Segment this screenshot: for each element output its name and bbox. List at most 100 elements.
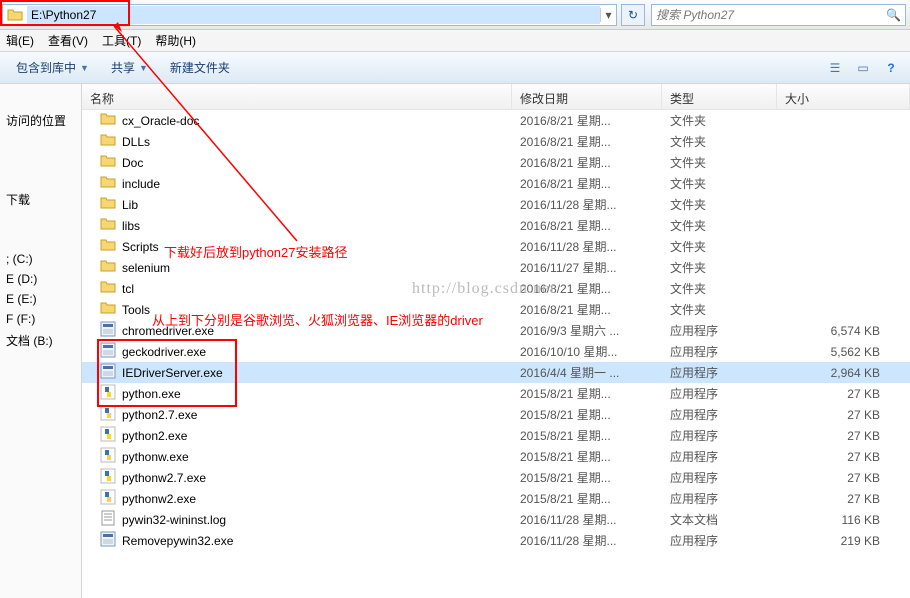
exe-icon <box>100 321 116 340</box>
file-date: 2016/11/28 星期... <box>512 194 662 215</box>
file-date: 2016/11/28 星期... <box>512 509 662 530</box>
sidebar-item[interactable]: 下载 <box>4 189 77 210</box>
file-row[interactable]: pywin32-wininst.log2016/11/28 星期...文本文档1… <box>82 509 910 530</box>
column-name[interactable]: 名称 <box>82 84 512 109</box>
file-name: Lib <box>122 198 138 212</box>
file-type: 文件夹 <box>662 236 777 257</box>
file-type: 文件夹 <box>662 173 777 194</box>
py-icon <box>100 447 116 466</box>
file-row[interactable]: IEDriverServer.exe2016/4/4 星期一 ...应用程序2,… <box>82 362 910 383</box>
file-date: 2016/8/21 星期... <box>512 131 662 152</box>
column-headers: 名称 修改日期 类型 大小 <box>82 84 910 110</box>
folder-icon <box>100 195 116 214</box>
file-name: python2.exe <box>122 429 187 443</box>
file-row[interactable]: geckodriver.exe2016/10/10 星期...应用程序5,562… <box>82 341 910 362</box>
file-row[interactable]: libs2016/8/21 星期...文件夹 <box>82 215 910 236</box>
file-name: libs <box>122 219 140 233</box>
search-input[interactable]: 搜索 Python27 🔍 <box>651 4 906 26</box>
toolbar-new-folder[interactable]: 新建文件夹 <box>162 55 238 80</box>
file-row[interactable]: Removepywin32.exe2016/11/28 星期...应用程序219… <box>82 530 910 551</box>
file-row[interactable]: python2.exe2015/8/21 星期...应用程序27 KB <box>82 425 910 446</box>
file-row[interactable]: python2.7.exe2015/8/21 星期...应用程序27 KB <box>82 404 910 425</box>
folder-icon <box>100 174 116 193</box>
file-date: 2015/8/21 星期... <box>512 383 662 404</box>
content-area: 访问的位置下载 ; (C:) E (D:) E (E:) F (F:) 文档 (B:) 名… <box>0 84 910 598</box>
file-list-pane: 名称 修改日期 类型 大小 cx_Oracle-doc2016/8/21 星期.… <box>82 84 910 598</box>
menu-view[interactable]: 查看(V) <box>48 32 88 49</box>
sidebar-item[interactable]: F (F:) <box>4 310 77 328</box>
menu-edit[interactable]: 辑(E) <box>6 32 34 49</box>
file-date: 2016/10/10 星期... <box>512 341 662 362</box>
folder-icon <box>100 237 116 256</box>
file-type: 应用程序 <box>662 446 777 467</box>
file-size: 27 KB <box>777 490 910 508</box>
file-row[interactable]: python.exe2015/8/21 星期...应用程序27 KB <box>82 383 910 404</box>
file-name: IEDriverServer.exe <box>122 366 223 380</box>
file-row[interactable]: Scripts2016/11/28 星期...文件夹 <box>82 236 910 257</box>
column-size[interactable]: 大小 <box>777 84 910 109</box>
file-row[interactable]: cx_Oracle-doc2016/8/21 星期...文件夹 <box>82 110 910 131</box>
file-type: 应用程序 <box>662 404 777 425</box>
file-type: 应用程序 <box>662 362 777 383</box>
file-name: Removepywin32.exe <box>122 534 233 548</box>
sidebar-item[interactable]: 访问的位置 <box>4 110 77 131</box>
file-row[interactable]: DLLs2016/8/21 星期...文件夹 <box>82 131 910 152</box>
toolbar: 包含到库中▼ 共享▼ 新建文件夹 ☰ ▭ ? <box>0 52 910 84</box>
sidebar-item[interactable]: E (D:) <box>4 270 77 288</box>
file-size <box>777 119 910 123</box>
txt-icon <box>100 510 116 529</box>
toolbar-include-library[interactable]: 包含到库中▼ <box>8 55 97 80</box>
py-icon <box>100 468 116 487</box>
file-type: 应用程序 <box>662 530 777 551</box>
column-type[interactable]: 类型 <box>662 84 777 109</box>
path-text[interactable]: E:\Python27 <box>27 6 600 24</box>
file-row[interactable]: pythonw2.exe2015/8/21 星期...应用程序27 KB <box>82 488 910 509</box>
py-icon <box>100 405 116 424</box>
file-row[interactable]: Doc2016/8/21 星期...文件夹 <box>82 152 910 173</box>
path-input[interactable]: E:\Python27 ▾ <box>2 4 617 26</box>
address-bar: E:\Python27 ▾ ↻ 搜索 Python27 🔍 <box>0 0 910 30</box>
file-size: 219 KB <box>777 532 910 550</box>
file-name: Tools <box>122 303 150 317</box>
help-button[interactable]: ? <box>880 57 902 79</box>
column-date[interactable]: 修改日期 <box>512 84 662 109</box>
file-row[interactable]: Lib2016/11/28 星期...文件夹 <box>82 194 910 215</box>
preview-pane-button[interactable]: ▭ <box>852 57 874 79</box>
refresh-button[interactable]: ↻ <box>621 4 645 26</box>
navigation-sidebar: 访问的位置下载 ; (C:) E (D:) E (E:) F (F:) 文档 (B:) <box>0 84 82 598</box>
file-size <box>777 308 910 312</box>
file-row[interactable]: pythonw2.7.exe2015/8/21 星期...应用程序27 KB <box>82 467 910 488</box>
file-date: 2015/8/21 星期... <box>512 404 662 425</box>
file-name: python2.7.exe <box>122 408 197 422</box>
file-size <box>777 245 910 249</box>
sidebar-item[interactable]: 文档 (B:) <box>4 330 77 351</box>
file-size: 6,574 KB <box>777 322 910 340</box>
sidebar-item[interactable]: ; (C:) <box>4 250 77 268</box>
py-icon <box>100 384 116 403</box>
file-size <box>777 287 910 291</box>
view-options-button[interactable]: ☰ <box>824 57 846 79</box>
path-dropdown[interactable]: ▾ <box>600 8 616 22</box>
file-row[interactable]: pythonw.exe2015/8/21 星期...应用程序27 KB <box>82 446 910 467</box>
file-type: 文本文档 <box>662 509 777 530</box>
file-size <box>777 140 910 144</box>
file-name: python.exe <box>122 387 181 401</box>
folder-icon <box>100 279 116 298</box>
file-row[interactable]: tcl2016/8/21 星期...文件夹 <box>82 278 910 299</box>
file-row[interactable]: selenium2016/11/27 星期...文件夹 <box>82 257 910 278</box>
toolbar-share[interactable]: 共享▼ <box>103 55 156 80</box>
folder-icon <box>7 7 23 23</box>
folder-icon <box>100 111 116 130</box>
file-name: include <box>122 177 160 191</box>
file-date: 2016/8/21 星期... <box>512 110 662 131</box>
file-row[interactable]: include2016/8/21 星期...文件夹 <box>82 173 910 194</box>
exe-icon <box>100 531 116 550</box>
py-icon <box>100 426 116 445</box>
file-row[interactable]: chromedriver.exe2016/9/3 星期六 ...应用程序6,57… <box>82 320 910 341</box>
menu-tools[interactable]: 工具(T) <box>102 32 141 49</box>
file-row[interactable]: Tools2016/8/21 星期...文件夹 <box>82 299 910 320</box>
file-size <box>777 182 910 186</box>
chevron-down-icon: ▼ <box>80 63 89 73</box>
menu-help[interactable]: 帮助(H) <box>155 32 196 49</box>
sidebar-item[interactable]: E (E:) <box>4 290 77 308</box>
